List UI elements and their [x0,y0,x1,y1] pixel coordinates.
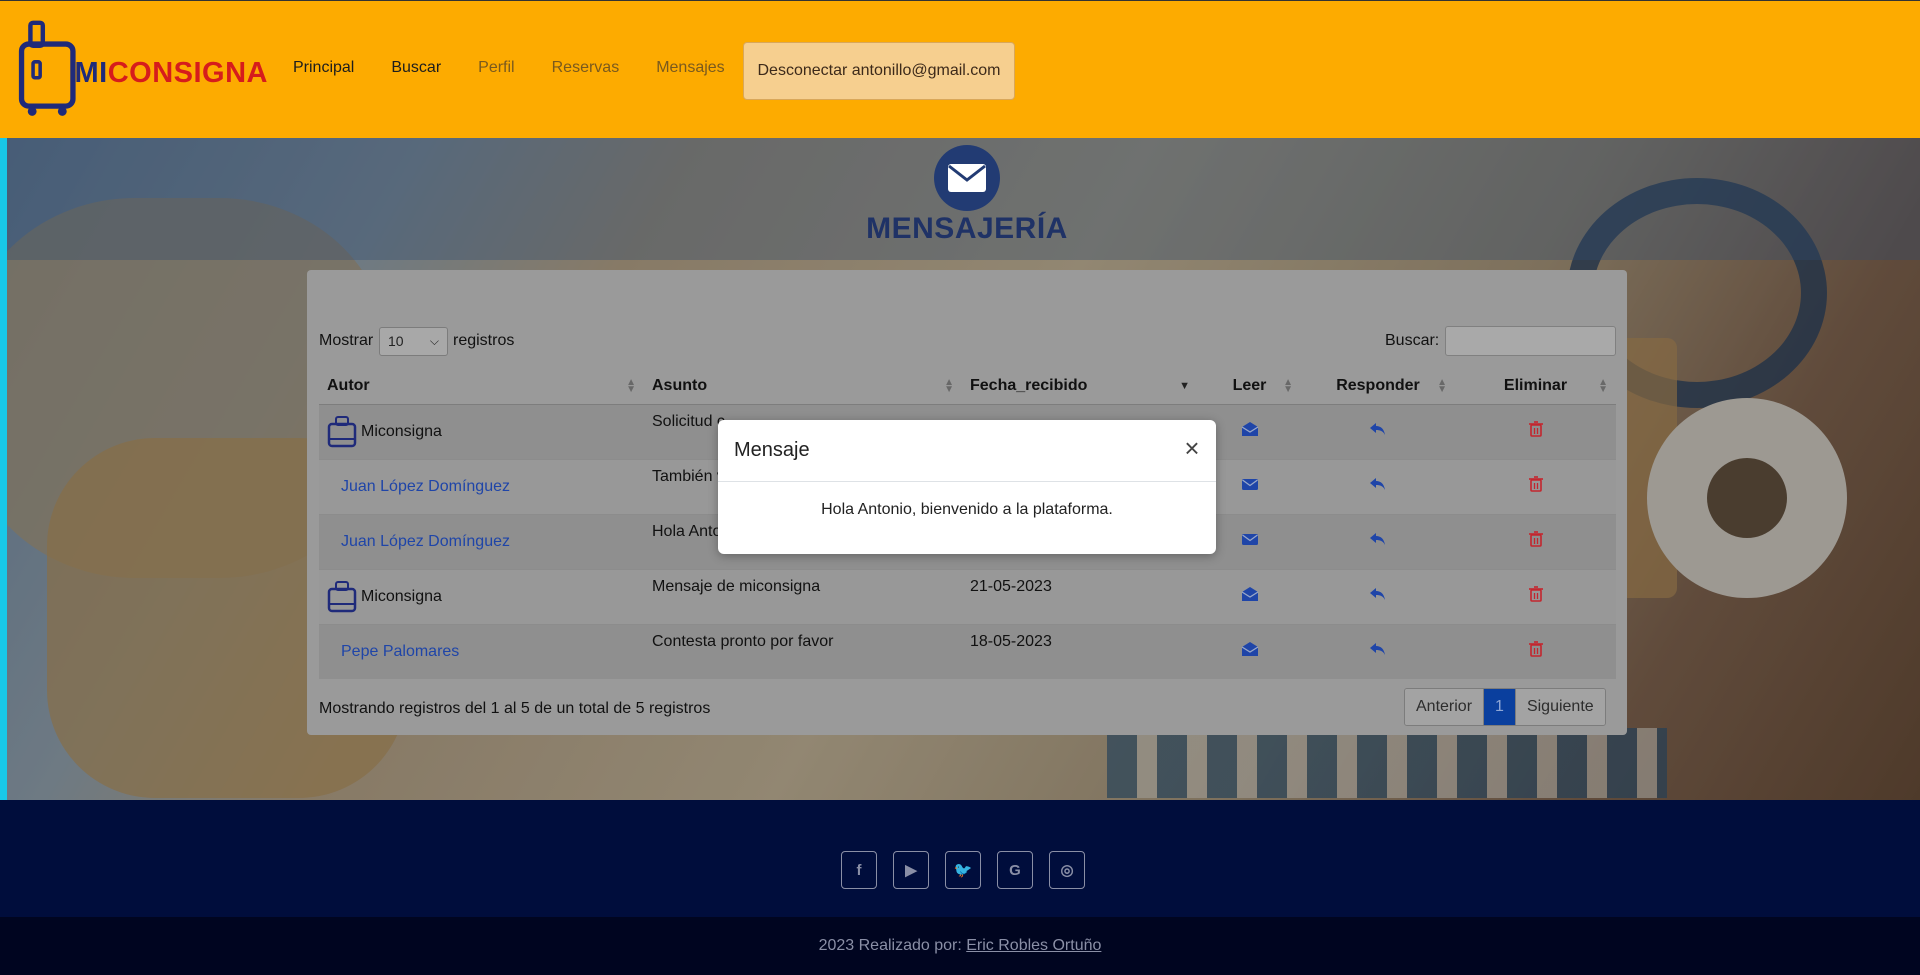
logo[interactable]: MICONSIGNA [18,13,268,123]
col-header-eliminar[interactable]: Eliminar ▲ ▼ [1455,368,1616,405]
modal-body: Hola Antonio, bienvenido a la plataforma… [821,501,1113,518]
table-row: Pepe Palomares Contesta pronto por favor… [319,623,1616,679]
col-header-fecha[interactable]: Fecha_recibido ▼ [962,368,1198,405]
sort-icon: ▲ ▼ [1437,377,1447,395]
google-icon[interactable]: G [997,851,1033,889]
envelope-open-icon[interactable] [1241,586,1259,602]
table-row: Miconsigna Mensaje de miconsigna 21-05-2… [319,568,1616,624]
modal-title: Mensaje [734,439,810,461]
envelope-closed-icon[interactable] [1241,531,1259,547]
youtube-icon[interactable]: ▶ [893,851,929,889]
sort-icon: ▲ ▼ [1598,377,1608,395]
logout-button[interactable]: Desconectar antonillo@gmail.com [743,42,1015,100]
author-cell: Miconsigna [327,580,636,614]
author-cell: Miconsigna [327,415,636,449]
subject-cell: Solicitud c [652,412,725,430]
trash-icon[interactable] [1527,586,1545,602]
nav-mensajes[interactable]: Mensajes [656,59,724,77]
col-header-leer[interactable]: Leer ▲ ▼ [1198,368,1301,405]
page-header: MENSAJERÍA [0,138,1920,260]
trash-icon[interactable] [1527,421,1545,437]
length-label: Mostrar [319,332,374,349]
author-link[interactable]: Pepe Palomares [327,643,636,661]
subject-cell: Contesta pronto por favor [652,632,834,650]
date-cell: 18-05-2023 [970,632,1052,650]
sort-icon: ▲ ▼ [944,377,954,395]
reply-icon[interactable] [1369,641,1387,657]
date-cell: 21-05-2023 [970,577,1052,595]
trash-icon[interactable] [1527,531,1545,547]
footer: f ▶ 🐦 G ◎ 2023 Realizado por: Eric Roble… [0,800,1920,975]
search-input[interactable] [1445,326,1616,356]
subject-cell: También v [652,467,725,485]
envelope-closed-icon[interactable] [1241,476,1259,492]
main-nav: Principal Buscar Perfil Reservas Mensaje… [293,59,762,77]
col-header-autor[interactable]: Autor ▲ ▼ [319,368,644,405]
facebook-icon[interactable]: f [841,851,877,889]
modal-header: Mensaje × [718,420,1216,482]
page-title: MENSAJERÍA [866,212,1068,245]
nav-buscar[interactable]: Buscar [391,59,441,77]
message-modal: Mensaje × Hola Antonio, bienvenido a la … [718,420,1216,554]
author-credit-link[interactable]: Eric Robles Ortuño [966,937,1101,954]
nav-reservas[interactable]: Reservas [552,59,620,77]
envelope-open-icon[interactable] [1241,641,1259,657]
sort-icon: ▲ ▼ [1283,377,1293,395]
twitter-icon[interactable]: 🐦 [945,851,981,889]
nav-principal[interactable]: Principal [293,59,354,77]
envelope-open-icon[interactable] [1241,421,1259,437]
length-suffix: registros [453,332,515,349]
suitcase-icon [327,580,357,612]
subject-cell: Mensaje de miconsigna [652,577,821,595]
subject-cell: Hola Anto [652,522,722,540]
reply-icon[interactable] [1369,586,1387,602]
author-link[interactable]: Juan López Domínguez [327,533,636,551]
pagination: Anterior 1 Siguiente [1404,688,1606,726]
col-header-asunto[interactable]: Asunto ▲ ▼ [644,368,962,405]
close-icon[interactable]: × [1180,435,1204,461]
table-info: Mostrando registros del 1 al 5 de un tot… [319,700,711,717]
suitcase-logo-icon [18,20,76,116]
pagination-next[interactable]: Siguiente [1515,689,1605,725]
nav-perfil[interactable]: Perfil [478,59,514,77]
envelope-icon [934,145,1000,211]
sort-desc-icon: ▼ [1179,380,1190,392]
social-links: f ▶ 🐦 G ◎ [841,851,1085,889]
trash-icon[interactable] [1527,476,1545,492]
reply-icon[interactable] [1369,531,1387,547]
chevron-down-icon: ⌵ [429,334,439,348]
brand-name: MICONSIGNA [74,56,268,89]
pagination-page-1[interactable]: 1 [1483,689,1516,725]
navbar: MICONSIGNA Principal Buscar Perfil Reser… [0,0,1920,138]
col-header-responder[interactable]: Responder ▲ ▼ [1301,368,1455,405]
author-link[interactable]: Juan López Domínguez [327,478,636,496]
suitcase-icon [327,415,357,447]
reply-icon[interactable] [1369,421,1387,437]
sort-icon: ▲ ▼ [626,377,636,395]
copyright: 2023 Realizado por: Eric Robles Ortuño [0,917,1920,975]
search-label: Buscar: [1385,332,1440,349]
pagination-prev[interactable]: Anterior [1405,689,1484,725]
trash-icon[interactable] [1527,641,1545,658]
instagram-icon[interactable]: ◎ [1049,851,1085,889]
page-size-select[interactable]: 10 ⌵ [379,327,448,356]
reply-icon[interactable] [1369,476,1387,492]
